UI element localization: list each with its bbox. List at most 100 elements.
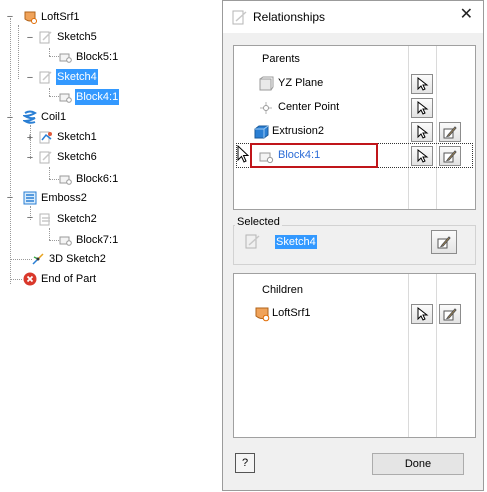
work-plane-icon	[258, 76, 274, 92]
loft-surface-icon	[23, 10, 37, 24]
tree-connector	[49, 228, 50, 240]
loft-surface-icon	[254, 306, 270, 322]
collapse-toggle[interactable]: −	[25, 33, 35, 44]
tree-item-label: Sketch2	[57, 213, 97, 225]
tree-item-label: Block7:1	[76, 234, 119, 246]
edit-button[interactable]	[439, 304, 461, 324]
tree-item-loftsrf1[interactable]: LoftSrf1	[23, 8, 81, 26]
help-button[interactable]: ?	[235, 453, 255, 473]
block-icon	[58, 50, 72, 64]
close-icon[interactable]: ✕	[460, 7, 473, 23]
sketch-icon	[39, 70, 53, 84]
tree-item-block5-1[interactable]: Block5:1	[58, 48, 119, 66]
tree-item-emboss2[interactable]: Emboss2	[23, 189, 88, 207]
tree-item-sketch4[interactable]: Sketch4	[39, 68, 98, 86]
tree-item-label: Emboss2	[41, 192, 87, 204]
edit-icon	[437, 236, 451, 249]
tree-connector	[49, 167, 50, 179]
tree-item-end-of-part[interactable]: End of Part	[23, 270, 97, 288]
dialog-title-bar[interactable]: Relationships ✕	[223, 1, 483, 33]
children-header-label: Children	[262, 284, 303, 296]
tree-item-sketch1[interactable]: Sketch1	[39, 128, 98, 146]
tree-item-label: End of Part	[41, 273, 97, 285]
selected-group-label: Selected	[235, 216, 282, 228]
tree-item-label: Sketch5	[57, 31, 97, 43]
tree-connector	[49, 88, 50, 96]
collapse-toggle[interactable]: −	[25, 213, 35, 224]
cursor-arrow-icon	[417, 149, 429, 163]
cursor-arrow-icon	[417, 77, 429, 91]
edit-icon	[443, 150, 457, 163]
emboss-icon	[23, 191, 37, 205]
parent-label: YZ Plane	[278, 77, 324, 89]
relationships-dialog: Relationships ✕ Parents YZ Plane Center …	[222, 0, 484, 491]
sketch-icon	[39, 130, 53, 144]
sketch-icon	[39, 212, 53, 226]
tree-item-sketch5[interactable]: Sketch5	[39, 28, 98, 46]
expand-toggle[interactable]: +	[25, 133, 35, 144]
collapse-toggle[interactable]: −	[5, 193, 15, 204]
help-icon: ?	[241, 456, 249, 469]
block-icon	[58, 172, 72, 186]
3d-sketch-icon	[31, 252, 45, 266]
sketch-icon	[39, 150, 53, 164]
parent-row-center-point[interactable]: Center Point	[234, 96, 475, 120]
tree-item-label: Coil1	[41, 111, 67, 123]
sketch-icon	[39, 30, 53, 44]
tree-item-label: 3D Sketch2	[49, 253, 106, 265]
children-list[interactable]: Children LoftSrf1	[233, 273, 476, 438]
select-button[interactable]	[411, 122, 433, 142]
collapse-toggle[interactable]: −	[25, 73, 35, 84]
parents-header: Parents	[234, 46, 475, 68]
parent-row-extrusion2[interactable]: Extrusion2	[234, 120, 475, 144]
extrusion-icon	[254, 124, 270, 140]
dialog-title: Relationships	[253, 10, 326, 24]
column-divider	[436, 274, 437, 437]
parent-row-yz-plane[interactable]: YZ Plane	[234, 72, 475, 96]
cursor-arrow-icon	[417, 307, 429, 321]
work-point-icon	[258, 100, 274, 116]
parents-list[interactable]: Parents YZ Plane Center Point Extrusion2…	[233, 45, 476, 210]
children-header: Children	[234, 274, 475, 296]
parent-label: Extrusion2	[272, 125, 324, 137]
tree-connector	[10, 259, 32, 260]
child-row-loftsrf1[interactable]: LoftSrf1	[234, 302, 475, 326]
parents-header-label: Parents	[262, 53, 300, 65]
tree-connector	[18, 25, 19, 79]
tree-item-block7-1[interactable]: Block7:1	[58, 231, 119, 249]
collapse-toggle[interactable]: −	[5, 12, 15, 23]
tree-item-sketch6[interactable]: Sketch6	[39, 148, 98, 166]
mouse-pointer-icon	[237, 145, 250, 163]
block-icon	[58, 90, 72, 104]
tree-item-coil1[interactable]: Coil1	[21, 108, 67, 126]
edit-icon	[443, 126, 457, 139]
select-button[interactable]	[411, 98, 433, 118]
model-browser-tree: − − − − + − − − LoftSrf1 Sketch5 Block5:…	[0, 0, 222, 492]
edit-button[interactable]	[439, 146, 461, 166]
tree-connector	[10, 279, 22, 280]
end-of-part-icon	[23, 272, 37, 286]
tree-item-label: Block4:1	[75, 89, 120, 105]
select-button[interactable]	[411, 146, 433, 166]
tree-item-block6-1[interactable]: Block6:1	[58, 170, 119, 188]
select-button[interactable]	[411, 304, 433, 324]
done-button[interactable]: Done	[372, 453, 464, 475]
edit-button[interactable]	[439, 122, 461, 142]
select-button[interactable]	[411, 74, 433, 94]
coil-icon	[21, 110, 37, 124]
column-divider	[408, 274, 409, 437]
edit-icon	[443, 308, 457, 321]
collapse-toggle[interactable]: −	[25, 153, 35, 164]
tree-item-label: Block5:1	[76, 51, 119, 63]
tree-item-3d-sketch2[interactable]: 3D Sketch2	[31, 250, 107, 268]
tree-item-sketch2[interactable]: Sketch2	[39, 210, 98, 228]
tree-connector	[10, 18, 11, 284]
tree-item-block4-1[interactable]: Block4:1	[58, 88, 120, 106]
tree-item-label: Sketch4	[56, 69, 98, 85]
selected-value: Sketch4	[275, 235, 317, 249]
tree-item-label: Sketch6	[57, 151, 97, 163]
cursor-arrow-icon	[417, 101, 429, 115]
tree-item-label: Sketch1	[57, 131, 97, 143]
collapse-toggle[interactable]: −	[5, 113, 15, 124]
edit-selected-button[interactable]	[431, 230, 457, 254]
